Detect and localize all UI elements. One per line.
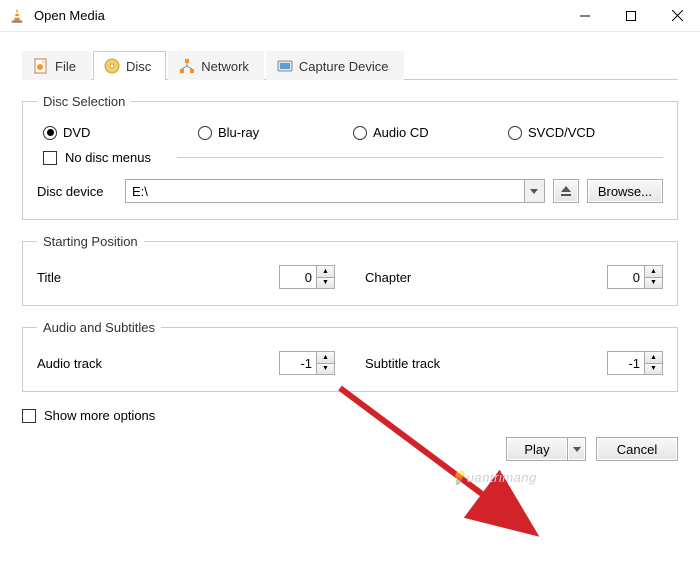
vlc-icon	[8, 7, 26, 25]
radio-icon	[508, 126, 522, 140]
browse-button[interactable]: Browse...	[587, 179, 663, 203]
network-icon	[179, 58, 195, 74]
play-dropdown-button[interactable]	[568, 437, 586, 461]
disc-selection-legend: Disc Selection	[37, 94, 131, 109]
show-more-options-checkbox[interactable]	[22, 409, 36, 423]
radio-icon	[198, 126, 212, 140]
radio-icon	[43, 126, 57, 140]
no-disc-menus-row: No disc menus	[37, 144, 663, 169]
radio-dvd[interactable]: DVD	[43, 125, 198, 140]
disc-device-label: Disc device	[37, 184, 117, 199]
title-spinner[interactable]: ▲▼	[279, 265, 335, 289]
radio-audiocd-label: Audio CD	[373, 125, 429, 140]
spinner-up[interactable]: ▲	[317, 266, 334, 278]
radio-icon	[353, 126, 367, 140]
radio-svcd-label: SVCD/VCD	[528, 125, 595, 140]
chapter-label: Chapter	[365, 270, 607, 285]
spinner-up[interactable]: ▲	[317, 352, 334, 364]
show-more-options-row: Show more options	[22, 408, 678, 423]
chevron-down-icon[interactable]	[524, 180, 544, 202]
no-disc-menus-label: No disc menus	[65, 150, 151, 165]
subtitle-track-spinner[interactable]: ▲▼	[607, 351, 663, 375]
cancel-label: Cancel	[617, 442, 657, 457]
chapter-spinner[interactable]: ▲▼	[607, 265, 663, 289]
title-label: Title	[37, 270, 279, 285]
titlebar: Open Media	[0, 0, 700, 32]
capture-icon	[277, 58, 293, 74]
window-title: Open Media	[34, 8, 562, 23]
maximize-button[interactable]	[608, 0, 654, 32]
chapter-input[interactable]	[607, 265, 645, 289]
no-disc-menus-checkbox[interactable]	[43, 151, 57, 165]
separator	[177, 157, 663, 158]
subtitle-track-label: Subtitle track	[365, 356, 607, 371]
tab-capture[interactable]: Capture Device	[266, 51, 404, 80]
tab-file-label: File	[55, 59, 76, 74]
subtitle-track-input[interactable]	[607, 351, 645, 375]
audio-track-label: Audio track	[37, 356, 279, 371]
spinner-down[interactable]: ▼	[645, 278, 662, 289]
tab-bar: File Disc Network Capture Device	[22, 50, 678, 80]
dialog-footer: Show more options Play Cancel	[0, 400, 700, 475]
audio-subtitles-group: Audio and Subtitles Audio track ▲▼ Subti…	[22, 320, 678, 392]
disc-device-value: E:\	[126, 184, 524, 199]
audio-track-input[interactable]	[279, 351, 317, 375]
spinner-down[interactable]: ▼	[317, 278, 334, 289]
tab-capture-label: Capture Device	[299, 59, 389, 74]
disc-device-combo[interactable]: E:\	[125, 179, 545, 203]
spinner-up[interactable]: ▲	[645, 266, 662, 278]
chevron-down-icon	[573, 447, 581, 452]
play-label: Play	[524, 442, 549, 457]
tab-disc-label: Disc	[126, 59, 151, 74]
cancel-button[interactable]: Cancel	[596, 437, 678, 461]
tab-network-label: Network	[201, 59, 249, 74]
starting-position-legend: Starting Position	[37, 234, 144, 249]
radio-bluray[interactable]: Blu-ray	[198, 125, 353, 140]
starting-position-group: Starting Position Title ▲▼ Chapter ▲▼	[22, 234, 678, 306]
browse-label: Browse...	[598, 184, 652, 199]
tab-disc[interactable]: Disc	[93, 51, 166, 80]
eject-icon	[560, 185, 572, 197]
audio-track-spinner[interactable]: ▲▼	[279, 351, 335, 375]
minimize-button[interactable]	[562, 0, 608, 32]
dialog-content: File Disc Network Capture Device Disc Se…	[0, 32, 700, 400]
eject-button[interactable]	[553, 179, 579, 203]
spinner-down[interactable]: ▼	[645, 364, 662, 375]
play-split-button: Play	[506, 437, 586, 461]
close-button[interactable]	[654, 0, 700, 32]
spinner-down[interactable]: ▼	[317, 364, 334, 375]
radio-bluray-label: Blu-ray	[218, 125, 259, 140]
audio-subtitles-legend: Audio and Subtitles	[37, 320, 161, 335]
play-button[interactable]: Play	[506, 437, 568, 461]
disc-device-row: Disc device E:\ Browse...	[37, 169, 663, 205]
disc-type-row: DVD Blu-ray Audio CD SVCD/VCD	[37, 119, 663, 144]
tab-file[interactable]: File	[22, 51, 91, 80]
radio-audiocd[interactable]: Audio CD	[353, 125, 508, 140]
radio-dvd-label: DVD	[63, 125, 90, 140]
disc-icon	[104, 58, 120, 74]
spinner-up[interactable]: ▲	[645, 352, 662, 364]
title-input[interactable]	[279, 265, 317, 289]
radio-svcd[interactable]: SVCD/VCD	[508, 125, 663, 140]
disc-selection-group: Disc Selection DVD Blu-ray Audio CD SVCD…	[22, 94, 678, 220]
file-icon	[33, 58, 49, 74]
show-more-options-label: Show more options	[44, 408, 155, 423]
tab-network[interactable]: Network	[168, 51, 264, 80]
